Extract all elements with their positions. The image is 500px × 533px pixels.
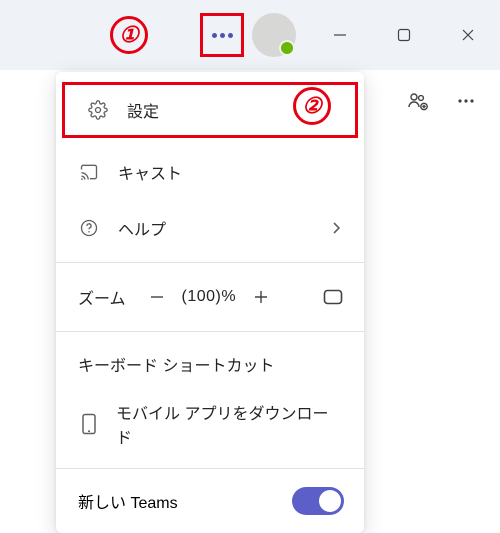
profile-avatar[interactable]	[252, 13, 296, 57]
menu-item-help[interactable]: ヘルプ	[56, 200, 364, 256]
settings-dropdown-menu: 設定 キャスト ヘルプ ズーム (100)% キーボード ショートカット	[56, 72, 364, 533]
maximize-icon	[397, 28, 411, 42]
menu-divider	[56, 262, 364, 263]
more-menu-button[interactable]	[200, 13, 244, 57]
menu-item-mobile-app[interactable]: モバイル アプリをダウンロード	[56, 390, 364, 462]
window-minimize-button[interactable]	[312, 10, 368, 60]
close-icon	[460, 27, 476, 43]
gear-icon	[87, 99, 109, 121]
fullscreen-button[interactable]	[320, 284, 346, 310]
ellipsis-icon	[212, 33, 233, 38]
invite-people-button[interactable]	[402, 85, 434, 117]
window-maximize-button[interactable]	[376, 10, 432, 60]
menu-item-new-teams: 新しい Teams	[56, 475, 364, 529]
title-bar	[0, 0, 500, 70]
menu-label-help: ヘルプ	[118, 216, 310, 240]
zoom-in-button[interactable]	[248, 284, 274, 310]
new-teams-label: 新しい Teams	[78, 489, 178, 513]
help-icon	[78, 217, 100, 239]
plus-icon	[253, 289, 269, 305]
minus-icon	[149, 289, 165, 305]
fullscreen-icon	[323, 289, 343, 305]
menu-label-settings: 設定	[127, 98, 335, 122]
zoom-value: (100)%	[182, 288, 237, 306]
zoom-control: ズーム (100)%	[56, 269, 364, 325]
menu-item-settings[interactable]: 設定	[62, 82, 358, 138]
cast-icon	[78, 161, 100, 183]
minimize-icon	[332, 27, 348, 43]
menu-divider	[56, 468, 364, 469]
menu-label-mobile: モバイル アプリをダウンロード	[116, 400, 342, 448]
window-close-button[interactable]	[440, 10, 496, 60]
mobile-icon	[78, 413, 100, 435]
people-add-icon	[406, 89, 430, 113]
menu-item-shortcuts[interactable]: キーボード ショートカット	[56, 338, 364, 390]
new-teams-toggle[interactable]	[292, 487, 344, 515]
menu-item-cast[interactable]: キャスト	[56, 144, 364, 200]
ellipsis-icon	[456, 91, 476, 111]
menu-label-cast: キャスト	[118, 160, 344, 184]
menu-divider	[56, 331, 364, 332]
zoom-out-button[interactable]	[144, 284, 170, 310]
zoom-label: ズーム	[78, 285, 126, 309]
menu-label-shortcuts: キーボード ショートカット	[78, 358, 274, 375]
page-more-button[interactable]	[450, 85, 482, 117]
chevron-right-icon	[328, 220, 344, 236]
